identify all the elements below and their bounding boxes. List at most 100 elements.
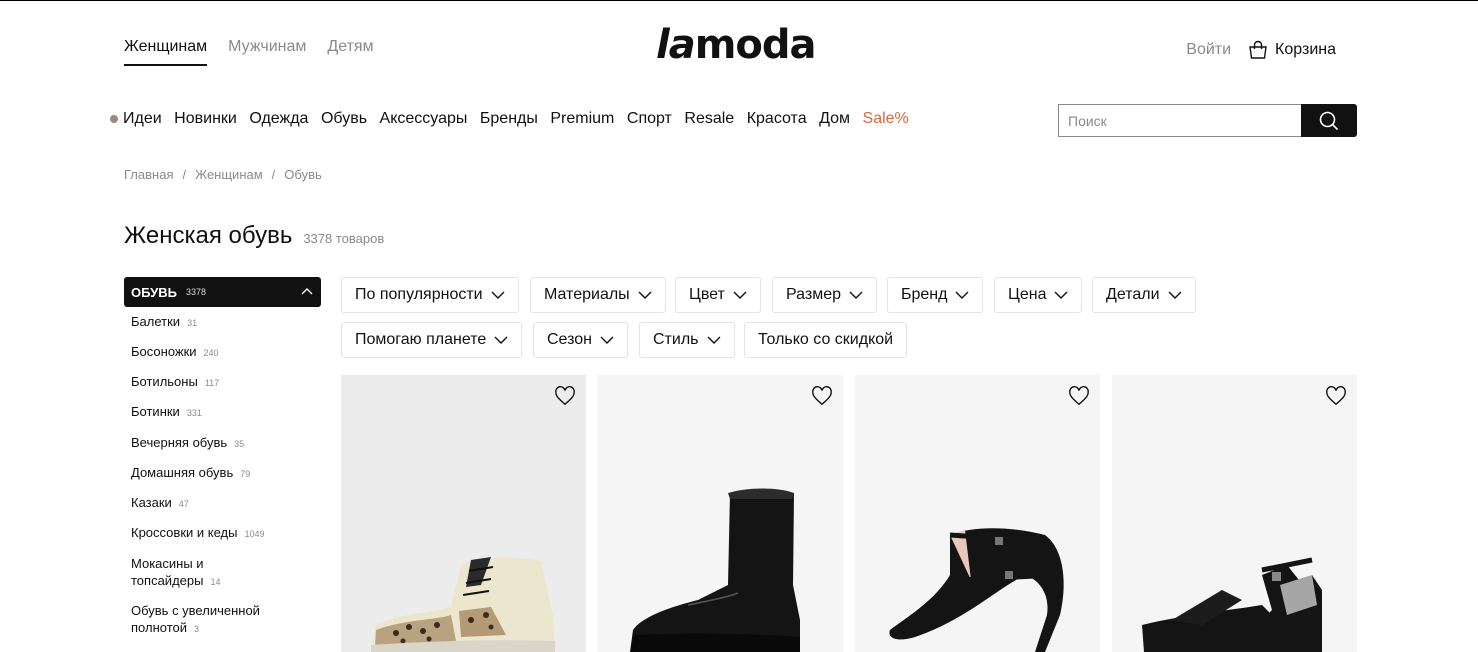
page-title: Женская обувь bbox=[124, 222, 293, 249]
nav-item-premium[interactable]: Premium bbox=[550, 110, 614, 128]
sidebar-item-label: Вечерняя обувь bbox=[131, 435, 228, 450]
nav-item-sport[interactable]: Спорт bbox=[627, 110, 672, 128]
shopping-bag-icon bbox=[1249, 40, 1267, 59]
chevron-down-icon bbox=[1168, 291, 1182, 299]
search-button[interactable] bbox=[1301, 104, 1357, 137]
sneaker-leopard-image bbox=[371, 557, 555, 652]
sidebar-item-boots[interactable]: Ботинки 331 bbox=[124, 403, 321, 422]
chevron-up-icon bbox=[301, 288, 313, 295]
sidebar-head-label: ОБУВЬ bbox=[131, 284, 177, 300]
sidebar-item-count: 1049 bbox=[244, 529, 265, 539]
filter-label: Цвет bbox=[689, 286, 725, 303]
filter-sort[interactable]: По популярности bbox=[341, 277, 519, 313]
nav-item-clothes[interactable]: Одежда bbox=[249, 110, 308, 128]
cart-label: Корзина bbox=[1275, 41, 1336, 58]
heart-icon[interactable] bbox=[1068, 385, 1090, 407]
filter-label: Детали bbox=[1106, 286, 1160, 303]
nav-item-home[interactable]: Дом bbox=[819, 110, 850, 128]
filter-label: Только со скидкой bbox=[758, 331, 894, 348]
filter-details[interactable]: Детали bbox=[1092, 277, 1196, 313]
breadcrumb: Главная / Женщинам / Обувь bbox=[124, 167, 322, 182]
product-card[interactable] bbox=[341, 375, 586, 652]
nav-item-new[interactable]: Новинки bbox=[174, 110, 237, 128]
sidebar-item-label: Балетки bbox=[131, 314, 181, 329]
sidebar-item-evening-shoes[interactable]: Вечерняя обувь 35 bbox=[124, 434, 321, 453]
platform-sandal-image bbox=[1142, 557, 1322, 652]
product-card[interactable] bbox=[1112, 375, 1357, 652]
sidebar-item-label: Ботинки bbox=[131, 404, 180, 419]
search-input[interactable] bbox=[1058, 104, 1301, 137]
sidebar-category-shoes[interactable]: ОБУВЬ 3378 bbox=[124, 277, 321, 307]
sidebar-item-moccasins[interactable]: Мокасины и топсайдеры 14 bbox=[124, 555, 234, 591]
sidebar-item-ankle-boots[interactable]: Ботильоны 117 bbox=[124, 373, 321, 392]
breadcrumb-separator: / bbox=[182, 167, 187, 182]
platform-boot-image bbox=[630, 488, 800, 652]
sidebar-item-home-shoes[interactable]: Домашняя обувь 79 bbox=[124, 464, 321, 483]
filter-label: Бренд bbox=[901, 286, 948, 303]
sidebar-item-label: Домашняя обувь bbox=[131, 465, 234, 480]
search-bar bbox=[1058, 104, 1357, 137]
heart-icon[interactable] bbox=[554, 385, 576, 407]
tab-kids[interactable]: Детям bbox=[327, 38, 373, 66]
heart-icon[interactable] bbox=[811, 385, 833, 407]
sidebar-item-wide-fit[interactable]: Обувь с увеличенной полнотой 3 bbox=[124, 602, 269, 638]
filter-season[interactable]: Сезон bbox=[533, 322, 628, 358]
category-sidebar: ОБУВЬ 3378 Балетки 31 Босоножки 240 Ботиль… bbox=[124, 277, 321, 635]
nav-item-sale[interactable]: Sale% bbox=[863, 110, 909, 128]
nav-item-ideas[interactable]: Идеи bbox=[123, 110, 162, 128]
breadcrumb-separator: / bbox=[271, 167, 276, 182]
login-link[interactable]: Войти bbox=[1186, 41, 1231, 59]
lamoda-logo[interactable]: lamoda bbox=[656, 22, 816, 68]
chevron-down-icon bbox=[849, 291, 863, 299]
chevron-down-icon bbox=[955, 291, 969, 299]
chevron-down-icon bbox=[494, 336, 508, 344]
nav-item-beauty[interactable]: Красота bbox=[747, 110, 807, 128]
sidebar-item-label: Кроссовки и кеды bbox=[131, 525, 238, 540]
tab-women[interactable]: Женщинам bbox=[124, 38, 208, 66]
sidebar-item-count: 14 bbox=[210, 577, 221, 587]
filter-eco[interactable]: Помогаю планете bbox=[341, 322, 523, 358]
breadcrumb-shoes[interactable]: Обувь bbox=[284, 167, 321, 182]
filter-label: Размер bbox=[786, 286, 841, 303]
nav-item-brands[interactable]: Бренды bbox=[480, 110, 538, 128]
sidebar-item-label: Босоножки bbox=[131, 344, 197, 359]
tab-men[interactable]: Мужчинам bbox=[228, 38, 306, 66]
filter-label: По популярности bbox=[355, 286, 483, 303]
nav-item-resale[interactable]: Resale bbox=[684, 110, 734, 128]
filter-label: Сезон bbox=[547, 331, 592, 348]
user-area: Войти Корзина bbox=[1186, 40, 1336, 60]
nav-item-shoes[interactable]: Обувь bbox=[321, 110, 367, 128]
cart-button[interactable]: Корзина bbox=[1247, 40, 1336, 60]
sidebar-item-cowboy-boots[interactable]: Казаки 47 bbox=[124, 494, 321, 513]
filter-discount-toggle[interactable]: Только со скидкой bbox=[744, 322, 908, 358]
filter-label: Цена bbox=[1008, 286, 1047, 303]
filter-size[interactable]: Размер bbox=[772, 277, 877, 313]
breadcrumb-women[interactable]: Женщинам bbox=[195, 167, 263, 182]
sidebar-item-count: 331 bbox=[186, 408, 202, 418]
product-card[interactable] bbox=[598, 375, 843, 652]
chevron-down-icon bbox=[707, 336, 720, 344]
breadcrumb-home[interactable]: Главная bbox=[124, 167, 173, 182]
sidebar-item-count: 47 bbox=[178, 499, 189, 509]
sidebar-item-ballet-flats[interactable]: Балетки 31 bbox=[124, 313, 321, 332]
logo-part-la: la bbox=[656, 22, 696, 68]
filter-color[interactable]: Цвет bbox=[675, 277, 761, 313]
chevron-down-icon bbox=[1054, 291, 1068, 299]
sidebar-item-label: Мокасины и топсайдеры bbox=[131, 556, 204, 588]
heeled-sandal-image bbox=[889, 528, 1064, 652]
sidebar-item-sneakers[interactable]: Кроссовки и кеды 1049 bbox=[124, 524, 321, 543]
sidebar-item-count: 31 bbox=[187, 318, 198, 328]
sidebar-item-sandals[interactable]: Босоножки 240 bbox=[124, 343, 321, 362]
filter-style[interactable]: Стиль bbox=[639, 322, 735, 358]
filter-price[interactable]: Цена bbox=[994, 277, 1083, 313]
logo-part-moda: moda bbox=[694, 22, 817, 68]
filter-materials[interactable]: Материалы bbox=[530, 277, 666, 313]
ideas-dot-icon bbox=[110, 115, 118, 123]
nav-item-accessories[interactable]: Аксессуары bbox=[380, 110, 468, 128]
product-card[interactable] bbox=[855, 375, 1100, 652]
filter-brand[interactable]: Бренд bbox=[887, 277, 984, 313]
filter-label: Помогаю планете bbox=[355, 331, 487, 348]
search-icon bbox=[1319, 111, 1339, 130]
heart-icon[interactable] bbox=[1325, 385, 1347, 407]
sidebar-item-count: 35 bbox=[234, 439, 245, 449]
